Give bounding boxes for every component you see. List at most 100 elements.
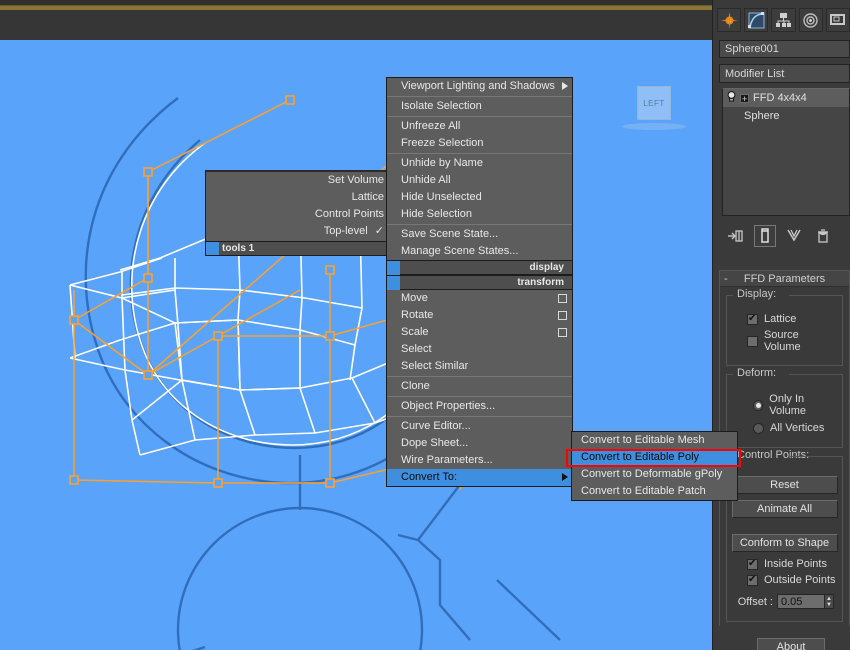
menu-separator: [387, 396, 572, 397]
convert-to-submenu[interactable]: Convert to Editable Mesh Convert to Edit…: [571, 431, 738, 501]
quad-menu-tools1[interactable]: Set Volume Lattice Control Points Top-le…: [205, 170, 395, 250]
pin-stack-icon[interactable]: [725, 225, 747, 247]
menu-item-rotate[interactable]: Rotate: [387, 307, 572, 324]
remove-modifier-icon[interactable]: [812, 225, 834, 247]
control-points-group: Control Points: Reset Animate All Confor…: [726, 449, 843, 622]
display-tab[interactable]: [825, 8, 850, 32]
viewcube[interactable]: LEFT: [637, 86, 671, 120]
only-in-volume-radio[interactable]: [753, 399, 764, 411]
menu-item-viewport-lighting-and-shadows[interactable]: Viewport Lighting and Shadows: [387, 78, 572, 95]
motion-icon: [803, 12, 818, 28]
ffd-parameters-header[interactable]: - FFD Parameters: [720, 271, 849, 287]
rollout-title: FFD Parameters: [743, 272, 826, 285]
quad-item-label: Top-level: [323, 225, 368, 237]
animate-all-button[interactable]: Animate All: [731, 500, 838, 518]
menu-item-clone[interactable]: Clone: [387, 378, 572, 395]
ffd-parameters-rollout: - FFD Parameters Display: Lattice Source…: [719, 270, 850, 626]
menu-item-hide-unselected[interactable]: Hide Unselected: [387, 189, 572, 206]
modifier-stack-item-sphere[interactable]: Sphere: [723, 107, 849, 125]
menu-item-wire-parameters[interactable]: Wire Parameters...: [387, 452, 572, 469]
quad-menu-right[interactable]: Viewport Lighting and Shadows Isolate Se…: [386, 77, 573, 487]
menu-item-label: Convert To:: [401, 471, 458, 483]
collapse-icon[interactable]: -: [724, 273, 728, 285]
settings-box-icon[interactable]: [558, 328, 567, 337]
menu-item-label: Manage Scene States...: [401, 245, 519, 257]
inside-points-checkbox[interactable]: [747, 558, 758, 570]
menu-item-unhide-all[interactable]: Unhide All: [387, 172, 572, 189]
menu-item-scale[interactable]: Scale: [387, 324, 572, 341]
menu-item-select[interactable]: Select: [387, 341, 572, 358]
menu-item-unfreeze-all[interactable]: Unfreeze All: [387, 118, 572, 135]
quad-item-control-points[interactable]: Control Points: [206, 206, 394, 223]
quad-title-transform: transform: [387, 275, 572, 290]
quad-item-label: Lattice: [351, 191, 384, 203]
top-toolbar-strip: [0, 0, 712, 40]
only-in-volume-radio-row[interactable]: Only In Volume: [753, 393, 838, 417]
quad-item-top-level[interactable]: Top-level ✓: [206, 223, 394, 240]
submenu-item-convert-to-editable-poly[interactable]: Convert to Editable Poly: [572, 449, 737, 466]
hierarchy-tab[interactable]: [771, 8, 796, 32]
make-unique-icon[interactable]: [783, 225, 805, 247]
menu-separator: [387, 376, 572, 377]
quad-title-label: display: [529, 262, 564, 273]
conform-to-shape-button[interactable]: Conform to Shape: [731, 534, 838, 552]
submenu-item-convert-to-editable-patch[interactable]: Convert to Editable Patch: [572, 483, 737, 500]
all-vertices-radio[interactable]: [753, 422, 764, 434]
menu-item-object-properties[interactable]: Object Properties...: [387, 398, 572, 415]
spin-down-icon[interactable]: ▼: [826, 602, 832, 608]
menu-item-select-similar[interactable]: Select Similar: [387, 358, 572, 375]
menu-item-manage-scene-states[interactable]: Manage Scene States...: [387, 243, 572, 260]
menu-item-dope-sheet[interactable]: Dope Sheet...: [387, 435, 572, 452]
menu-item-move[interactable]: Move: [387, 290, 572, 307]
menu-item-freeze-selection[interactable]: Freeze Selection: [387, 135, 572, 152]
settings-box-icon[interactable]: [558, 294, 567, 303]
menu-item-label: Rotate: [401, 309, 434, 321]
lattice-checkbox[interactable]: [747, 313, 758, 325]
settings-box-icon[interactable]: [558, 311, 567, 320]
menu-separator: [387, 116, 572, 117]
menu-item-label: Select: [401, 343, 432, 355]
modifier-stack-item-ffd[interactable]: + FFD 4x4x4: [723, 89, 849, 107]
reset-button[interactable]: Reset: [731, 476, 838, 494]
light-bulb-icon[interactable]: [727, 91, 736, 105]
quad-title-display: display: [387, 260, 572, 275]
offset-label: Offset :: [737, 595, 773, 608]
expand-modifier-icon[interactable]: +: [740, 93, 749, 103]
outside-points-row[interactable]: Outside Points: [747, 574, 838, 586]
all-vertices-radio-row[interactable]: All Vertices: [753, 422, 838, 434]
lattice-checkbox-row[interactable]: Lattice: [747, 313, 838, 325]
quad-item-label: Set Volume: [327, 174, 384, 186]
menu-item-isolate-selection[interactable]: Isolate Selection: [387, 98, 572, 115]
inside-points-label: Inside Points: [764, 558, 827, 570]
menu-item-label: Viewport Lighting and Shadows: [401, 80, 555, 92]
modify-tab[interactable]: [744, 8, 769, 32]
about-button[interactable]: About: [757, 638, 825, 650]
inside-points-row[interactable]: Inside Points: [747, 558, 838, 570]
menu-item-hide-selection[interactable]: Hide Selection: [387, 206, 572, 223]
menu-separator: [387, 416, 572, 417]
create-tab[interactable]: [717, 8, 742, 32]
object-name-field[interactable]: Sphere001: [719, 40, 850, 58]
hierarchy-icon: [776, 12, 791, 27]
menu-item-unhide-by-name[interactable]: Unhide by Name: [387, 155, 572, 172]
viewport-left[interactable]: y LEFT: [0, 40, 712, 650]
source-volume-checkbox-row[interactable]: Source Volume: [747, 329, 838, 353]
menu-item-save-scene-state[interactable]: Save Scene State...: [387, 226, 572, 243]
menu-item-curve-editor[interactable]: Curve Editor...: [387, 418, 572, 435]
motion-tab[interactable]: [798, 8, 823, 32]
quad-item-lattice[interactable]: Lattice: [206, 189, 394, 206]
source-volume-checkbox[interactable]: [747, 335, 758, 347]
show-end-result-icon[interactable]: [754, 225, 776, 247]
outside-points-checkbox[interactable]: [747, 574, 758, 586]
offset-spin-arrows[interactable]: ▲ ▼: [825, 594, 834, 609]
deform-group-label: Deform:: [734, 367, 780, 379]
submenu-item-convert-to-deformable-gpoly[interactable]: Convert to Deformable gPoly: [572, 466, 737, 483]
quad-item-set-volume[interactable]: Set Volume: [206, 172, 394, 189]
menu-item-label: Hide Selection: [401, 208, 472, 220]
modifier-stack[interactable]: + FFD 4x4x4 Sphere: [722, 88, 850, 216]
submenu-item-convert-to-editable-mesh[interactable]: Convert to Editable Mesh: [572, 432, 737, 449]
modifier-list-dropdown[interactable]: Modifier List: [719, 64, 850, 83]
menu-item-convert-to[interactable]: Convert To:: [387, 469, 572, 486]
offset-spinner[interactable]: 0.05 ▲ ▼: [777, 594, 834, 609]
offset-input[interactable]: 0.05: [777, 594, 825, 609]
